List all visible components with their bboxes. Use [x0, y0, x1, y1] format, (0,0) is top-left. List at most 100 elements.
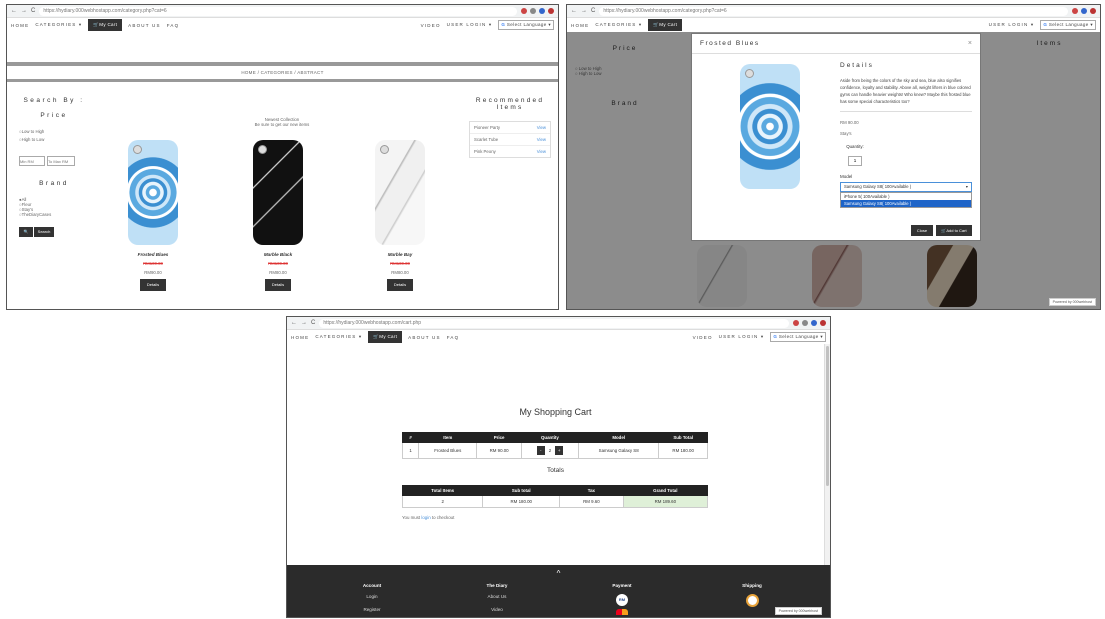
extension-icon[interactable]	[521, 8, 527, 14]
col-sub-total: Sub total	[482, 485, 561, 496]
forward-icon[interactable]: →	[21, 8, 27, 14]
details-button[interactable]: Details	[140, 279, 166, 291]
nav-user-login[interactable]: USER LOGIN ▾	[447, 22, 493, 28]
star-icon[interactable]	[802, 320, 808, 326]
language-select[interactable]: G Select Language ▾	[1040, 20, 1096, 30]
back-icon[interactable]: ←	[571, 8, 577, 14]
details-button[interactable]: Details	[387, 279, 413, 291]
nav-my-cart[interactable]: 🛒My Cart	[648, 19, 683, 31]
footer-link-about[interactable]: About Us	[462, 594, 532, 599]
search-icon[interactable]: 🔍	[19, 227, 33, 237]
back-icon[interactable]: ←	[11, 8, 17, 14]
product-name[interactable]: Frosted Blues	[122, 252, 184, 257]
close-icon[interactable]: ×	[968, 40, 972, 47]
extension-icon[interactable]	[793, 320, 799, 326]
nav-my-cart[interactable]: 🛒My Cart	[368, 331, 403, 343]
extension-icon-2[interactable]	[539, 8, 545, 14]
powered-badge[interactable]: Powered by 000webhost	[1048, 298, 1096, 306]
footer-link-register[interactable]: Register	[337, 607, 407, 612]
nav-user-login[interactable]: USER LOGIN ▾	[719, 334, 765, 340]
reload-icon[interactable]: C	[31, 8, 35, 14]
add-to-cart-button[interactable]: 🛒Add to Cart	[936, 225, 972, 236]
star-icon[interactable]	[530, 8, 536, 14]
nav-faq[interactable]: FAQ	[447, 335, 460, 340]
col-subtotal: Sub Total	[658, 432, 708, 443]
view-link[interactable]: View	[537, 149, 546, 154]
reload-icon[interactable]: C	[591, 8, 595, 14]
view-link[interactable]: View	[537, 137, 546, 142]
extension-icon-2[interactable]	[811, 320, 817, 326]
nav-about[interactable]: ABOUT US	[128, 23, 161, 28]
product-price: RM90.00	[144, 270, 162, 275]
nav-video[interactable]: VIDEO	[693, 335, 713, 340]
footer-link-login[interactable]: Login	[337, 594, 407, 599]
model-option-selected[interactable]: Samsung Galaxy S8( 100Available )	[841, 199, 971, 207]
nav-my-cart[interactable]: 🛒My Cart	[88, 19, 123, 31]
address-bar[interactable]: https://hydiary.000webhostapp.com/cart.p…	[319, 318, 789, 328]
address-bar[interactable]: https://hydiary.000webhostapp.com/catego…	[599, 6, 1068, 16]
reload-icon[interactable]: C	[311, 320, 315, 326]
min-price-input[interactable]	[19, 156, 45, 166]
price-option-high-low[interactable]: ○High to Low	[19, 137, 89, 142]
footer-col-shipping: Shipping	[717, 583, 787, 607]
view-link[interactable]: View	[537, 125, 546, 130]
nav-categories[interactable]: CATEGORIES ▾	[315, 334, 362, 340]
quantity-input[interactable]	[848, 155, 862, 166]
login-link[interactable]: login	[421, 515, 430, 520]
profile-icon[interactable]	[820, 320, 826, 326]
extension-icon-2[interactable]	[1081, 8, 1087, 14]
tax: RM 9.60	[559, 495, 624, 508]
brand-option-thediarycases[interactable]: ○TheDiaryCases	[19, 212, 89, 217]
close-button[interactable]: Close	[911, 225, 933, 236]
shopping-cart-screenshot: ← → C https://hydiary.000webhostapp.com/…	[286, 316, 831, 618]
product-image-marble-bay[interactable]	[375, 140, 425, 245]
forward-icon[interactable]: →	[581, 8, 587, 14]
product-image-frosted-blues[interactable]	[128, 140, 178, 245]
product-name[interactable]: Marble Black	[247, 252, 309, 257]
brand-heading: Brand	[39, 180, 69, 187]
profile-icon[interactable]	[1090, 8, 1096, 14]
modal-title: Frosted Blues	[700, 40, 760, 47]
details-button[interactable]: Details	[265, 279, 291, 291]
search-button[interactable]: Search	[34, 227, 54, 237]
extension-icon[interactable]	[1072, 8, 1078, 14]
scrollbar[interactable]	[824, 344, 830, 565]
nav-user-login[interactable]: USER LOGIN ▾	[989, 22, 1035, 28]
profile-icon[interactable]	[548, 8, 554, 14]
nav-home[interactable]: HOME	[291, 335, 309, 340]
recommended-heading: Recommended Items	[475, 97, 545, 111]
language-select[interactable]: G Select Language ▾	[770, 332, 826, 342]
footer-heading: Shipping	[742, 583, 762, 588]
product-name[interactable]: Marble Bay	[369, 252, 431, 257]
scrollbar-thumb[interactable]	[826, 346, 829, 486]
footer-link-video[interactable]: Video	[462, 607, 532, 612]
powered-badge[interactable]: Powered by 000webhost	[774, 607, 822, 615]
product-card-marble-black: Marble Black RM100.00 RM80.00 Details	[247, 252, 309, 291]
footer-heading: The Diary	[486, 583, 508, 588]
language-select[interactable]: G Select Language ▾	[498, 20, 554, 30]
col-num: #	[401, 432, 420, 443]
nav-home[interactable]: HOME	[11, 23, 29, 28]
increase-button[interactable]: +	[555, 446, 564, 455]
row-price: RM 90.00	[476, 442, 522, 459]
product-image-marble-black[interactable]	[253, 140, 303, 245]
decrease-button[interactable]: -	[536, 446, 545, 455]
quantity-value[interactable]: 2	[546, 448, 554, 453]
nav-categories[interactable]: CATEGORIES ▾	[595, 22, 642, 28]
max-price-input[interactable]	[47, 156, 75, 166]
back-icon[interactable]: ←	[291, 320, 297, 326]
scroll-top-icon[interactable]: ^	[287, 569, 830, 578]
nav-video[interactable]: VIDEO	[421, 23, 441, 28]
model-select[interactable]: Samsung Galaxy S8( 100Available ) ▾	[840, 181, 972, 192]
nav-faq[interactable]: FAQ	[167, 23, 180, 28]
nav-about[interactable]: ABOUT US	[408, 335, 441, 340]
nav-categories[interactable]: CATEGORIES ▾	[35, 22, 82, 28]
forward-icon[interactable]: →	[301, 320, 307, 326]
price-option-low-high[interactable]: ○Low to High	[19, 129, 89, 134]
product-description: Aside from being the colors of the sky a…	[840, 77, 972, 112]
table-row: 2 RM 180.00 RM 9.60 RM 189.60	[401, 495, 709, 508]
nav-home[interactable]: HOME	[571, 23, 589, 28]
table-row: 1 Frosted Blues RM 90.00 - 2 + Samsung G…	[401, 442, 708, 459]
address-bar[interactable]: https://hydiary.000webhostapp.com/catego…	[39, 6, 517, 16]
model-option[interactable]: iPhone 5( 100Available )	[841, 193, 971, 200]
